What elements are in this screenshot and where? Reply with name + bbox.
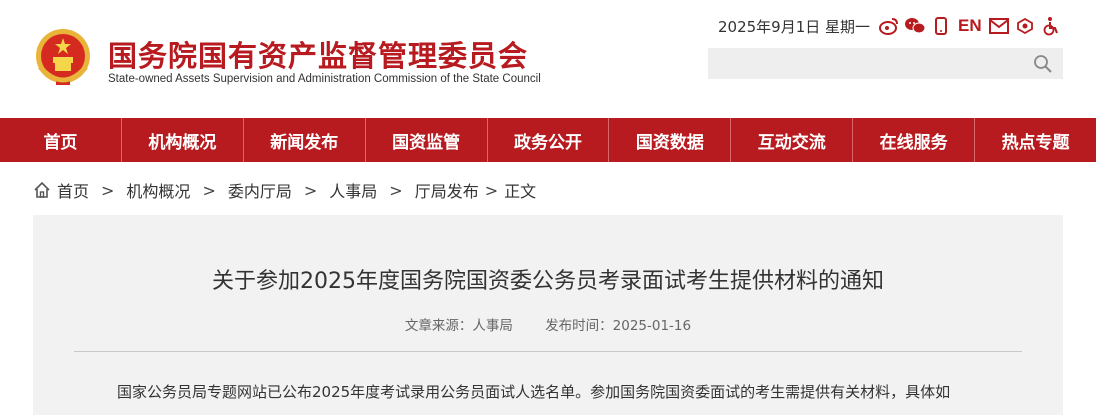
title-divider (74, 351, 1022, 352)
article-publish-time: 发布时间：2025-01-16 (545, 318, 692, 334)
wechat-icon[interactable] (904, 15, 926, 37)
nav-item-interaction[interactable]: 互动交流 (731, 118, 854, 162)
national-emblem-logo[interactable] (34, 27, 92, 89)
breadcrumb-separator: > (389, 180, 403, 200)
breadcrumb-organization[interactable]: 机构概况 (126, 178, 190, 202)
nav-item-home[interactable]: 首页 (0, 118, 122, 162)
search-box (708, 48, 1063, 79)
site-title-en: State-owned Assets Supervision and Admin… (108, 73, 541, 85)
breadcrumb-departments[interactable]: 委内厅局 (228, 178, 292, 202)
nav-item-supervision[interactable]: 国资监管 (366, 118, 488, 162)
article-source: 文章来源：人事局 (404, 318, 513, 334)
search-icon[interactable] (1033, 54, 1053, 74)
nav-item-topics[interactable]: 热点专题 (975, 118, 1096, 162)
breadcrumb-home[interactable]: 首页 (57, 178, 89, 202)
article-container: 关于参加2025年度国务院国资委公务员考录面试考生提供材料的通知 文章来源：人事… (33, 215, 1063, 415)
accessibility-icon[interactable] (1014, 15, 1036, 37)
home-icon (34, 181, 50, 198)
breadcrumb-separator: > (484, 180, 499, 200)
article-title: 关于参加2025年度国务院国资委公务员考录面试考生提供材料的通知 (212, 269, 884, 294)
breadcrumb-personnel-bureau[interactable]: 人事局 (329, 178, 377, 202)
main-nav: 首页 机构概况 新闻发布 国资监管 政务公开 国资数据 互动交流 在线服务 热点… (0, 118, 1096, 162)
nav-item-organization[interactable]: 机构概况 (122, 118, 244, 162)
nav-item-government-affairs[interactable]: 政务公开 (488, 118, 610, 162)
nav-item-data[interactable]: 国资数据 (609, 118, 732, 162)
mail-icon[interactable] (988, 15, 1010, 37)
wheelchair-icon[interactable] (1040, 15, 1062, 37)
search-input[interactable] (708, 48, 1018, 79)
article-meta: 文章来源：人事局 发布时间：2025-01-16 (33, 314, 1063, 334)
breadcrumb-bureau-releases[interactable]: 厅局发布 (415, 178, 479, 202)
top-utility-bar: 2025年9月1日 星期一 EN (718, 14, 1066, 38)
article-body-paragraph: 国家公务员局专题网站已公布2025年度考试录用公务员面试人选名单。参加国务院国资… (117, 383, 951, 401)
current-date: 2025年9月1日 星期一 (718, 17, 871, 36)
weibo-icon[interactable] (878, 15, 900, 37)
site-title-cn[interactable]: 国务院国有资产监督管理委员会 (108, 33, 528, 75)
breadcrumb-separator: > (202, 180, 216, 200)
breadcrumb-current: 正文 (504, 182, 537, 201)
site-header: 国务院国有资产监督管理委员会 State-owned Assets Superv… (0, 0, 1096, 118)
breadcrumb-separator: > (101, 180, 115, 200)
nav-item-news[interactable]: 新闻发布 (244, 118, 366, 162)
nav-item-online-service[interactable]: 在线服务 (853, 118, 976, 162)
breadcrumb: 首页 > 机构概况 > 委内厅局 > 人事局 > 厅局发布 > 正文 (33, 178, 536, 202)
breadcrumb-separator: > (303, 180, 318, 200)
mobile-icon[interactable] (930, 15, 952, 37)
english-version-link[interactable]: EN (958, 16, 982, 36)
